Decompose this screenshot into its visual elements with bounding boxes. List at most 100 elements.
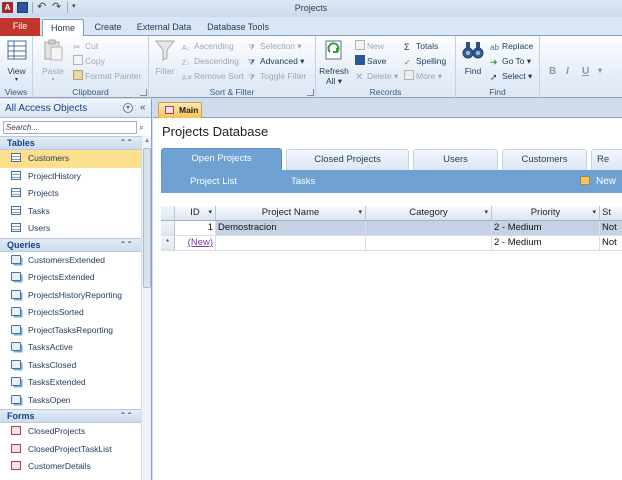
cell-category[interactable] — [366, 236, 492, 251]
selection-button[interactable]: ⧩ Selection ▾ — [248, 39, 302, 53]
form-icon — [11, 426, 21, 435]
nav-item-projecthistory[interactable]: ProjectHistory — [0, 168, 141, 186]
copy-button[interactable]: Copy — [73, 54, 105, 68]
tab-create[interactable]: Create — [88, 19, 128, 37]
nav-menu-dropdown-icon[interactable]: ▾ — [123, 103, 133, 113]
subtab-project-list[interactable]: Project List — [190, 176, 237, 187]
cell-id[interactable]: (New) — [175, 236, 216, 251]
tab-customers[interactable]: Customers — [502, 149, 587, 170]
column-header-id[interactable]: ID ▾ — [175, 206, 216, 221]
table-row[interactable]: 1 Demostracion 2 - Medium Not — [161, 221, 622, 236]
bold-button[interactable]: B — [549, 66, 556, 77]
nav-item-users[interactable]: Users — [0, 220, 141, 238]
ascending-button[interactable]: A↓ Ascending — [182, 39, 234, 53]
nav-item-closedprojects[interactable]: ClosedProjects — [0, 423, 141, 441]
tab-open-projects[interactable]: Open Projects — [161, 148, 282, 170]
refresh-all-button[interactable]: Refresh All ▾ — [318, 38, 350, 87]
binoculars-icon — [462, 42, 484, 59]
search-icon[interactable]: ⌕ — [139, 121, 149, 134]
dialog-launcher-icon[interactable] — [307, 89, 314, 96]
italic-button[interactable]: I — [566, 66, 569, 77]
nav-item-tasks[interactable]: Tasks — [0, 203, 141, 221]
chevron-up-icon[interactable]: ⌃⌃ — [120, 239, 133, 251]
cut-button[interactable]: ✂ Cut — [73, 39, 98, 53]
cell-priority[interactable]: 2 - Medium — [492, 221, 600, 236]
remove-sort-button[interactable]: A✕Remove Sort — [182, 69, 244, 83]
totals-button[interactable]: Σ Totals — [404, 39, 438, 53]
subtab-tasks[interactable]: Tasks — [291, 176, 315, 187]
cell-priority[interactable]: 2 - Medium — [492, 236, 600, 251]
save-record-button[interactable]: Save — [355, 54, 386, 68]
select-all-corner[interactable] — [161, 206, 175, 221]
nav-item-closedprojecttasklist[interactable]: ClosedProjectTaskList — [0, 441, 141, 459]
advanced-button[interactable]: ⧩ Advanced ▾ — [248, 54, 304, 68]
nav-item-customerdetails[interactable]: CustomerDetails — [0, 458, 141, 476]
nav-search-input[interactable]: Search... — [3, 121, 137, 134]
nav-item-projectsextended[interactable]: ProjectsExtended — [0, 269, 141, 287]
nav-scrollbar[interactable]: ▲ — [141, 136, 151, 480]
nav-item-tasksextended[interactable]: TasksExtended — [0, 374, 141, 392]
goto-button[interactable]: ➜ Go To ▾ — [490, 54, 531, 68]
sort-descending-icon: Z↓ — [182, 60, 190, 67]
title-bar: A ↶ ↷ ▾ Projects — [0, 0, 622, 17]
nav-section-forms[interactable]: Forms ⌃⌃ — [0, 409, 141, 423]
filter-button[interactable]: Filter — [152, 38, 178, 76]
column-header-status[interactable]: St — [600, 206, 622, 221]
cell-status[interactable]: Not — [600, 236, 622, 251]
nav-item-tasksactive[interactable]: TasksActive — [0, 339, 141, 357]
new-project-button[interactable]: New — [580, 176, 616, 187]
tab-home[interactable]: Home — [42, 19, 84, 37]
tab-file[interactable]: File — [0, 18, 40, 36]
spelling-button[interactable]: ✓ Spelling — [404, 54, 446, 68]
column-header-project-name[interactable]: Project Name ▾ — [216, 206, 366, 221]
tab-external-data[interactable]: External Data — [133, 19, 195, 37]
cell-project-name[interactable]: Demostracion — [216, 221, 366, 236]
nav-section-queries[interactable]: Queries ⌃⌃ — [0, 237, 141, 252]
tab-users[interactable]: Users — [413, 149, 498, 170]
column-header-priority[interactable]: Priority ▾ — [492, 206, 600, 221]
table-row[interactable]: * (New) 2 - Medium Not — [161, 236, 622, 251]
nav-item-tasksclosed[interactable]: TasksClosed — [0, 357, 141, 375]
descending-button[interactable]: Z↓ Descending — [182, 54, 239, 68]
select-button[interactable]: ➚ Select ▾ — [490, 69, 532, 83]
view-button[interactable]: View ▾ — [3, 38, 30, 83]
cell-project-name[interactable] — [216, 236, 366, 251]
toggle-filter-button[interactable]: ⧩ Toggle Filter — [248, 69, 306, 83]
underline-button[interactable]: U — [582, 66, 589, 77]
cell-status[interactable]: Not — [600, 221, 622, 236]
nav-item-customers[interactable]: Customers — [0, 150, 141, 168]
new-record-button[interactable]: New — [355, 39, 384, 53]
chevron-up-icon[interactable]: ⌃⌃ — [120, 137, 133, 149]
nav-item-projects[interactable]: Projects — [0, 185, 141, 203]
tab-reports[interactable]: Re — [591, 149, 622, 170]
document-tab-main[interactable]: Main — [158, 102, 202, 118]
row-selector[interactable] — [161, 221, 175, 236]
replace-button[interactable]: ab Replace — [490, 39, 533, 53]
new-row-selector[interactable]: * — [161, 236, 175, 251]
scroll-up-icon[interactable]: ▲ — [144, 138, 150, 144]
nav-section-tables[interactable]: Tables ⌃⌃ — [0, 136, 141, 150]
column-header-category[interactable]: Category ▾ — [366, 206, 492, 221]
tab-database-tools[interactable]: Database Tools — [202, 19, 274, 37]
nav-item-tasksopen[interactable]: TasksOpen — [0, 392, 141, 410]
delete-button[interactable]: ✕ Delete ▾ — [355, 69, 398, 83]
nav-pane-header[interactable]: All Access Objects ▾ « — [0, 99, 151, 118]
find-button[interactable]: Find — [460, 38, 486, 76]
paste-button[interactable]: Paste ▾ — [39, 38, 67, 83]
nav-item-projectssorted[interactable]: ProjectsSorted — [0, 304, 141, 322]
scrollbar-thumb[interactable] — [143, 148, 151, 288]
cell-id[interactable]: 1 — [175, 221, 216, 236]
select-label: Select — [502, 71, 526, 81]
format-painter-button[interactable]: Format Painter — [73, 69, 141, 83]
dialog-launcher-icon[interactable] — [140, 89, 147, 96]
document-tab-label: Main — [179, 105, 199, 115]
tab-closed-projects[interactable]: Closed Projects — [286, 149, 409, 170]
nav-item-customersextended[interactable]: CustomersExtended — [0, 252, 141, 270]
more-button[interactable]: More ▾ — [404, 69, 442, 83]
chevron-up-icon[interactable]: ⌃⌃ — [120, 410, 133, 422]
nav-item-projecttasksreporting[interactable]: ProjectTasksReporting — [0, 322, 141, 340]
cell-category[interactable] — [366, 221, 492, 236]
goto-icon: ➜ — [490, 57, 498, 67]
nav-item-projectshistoryreporting[interactable]: ProjectsHistoryReporting — [0, 287, 141, 305]
collapse-pane-icon[interactable]: « — [140, 102, 146, 113]
